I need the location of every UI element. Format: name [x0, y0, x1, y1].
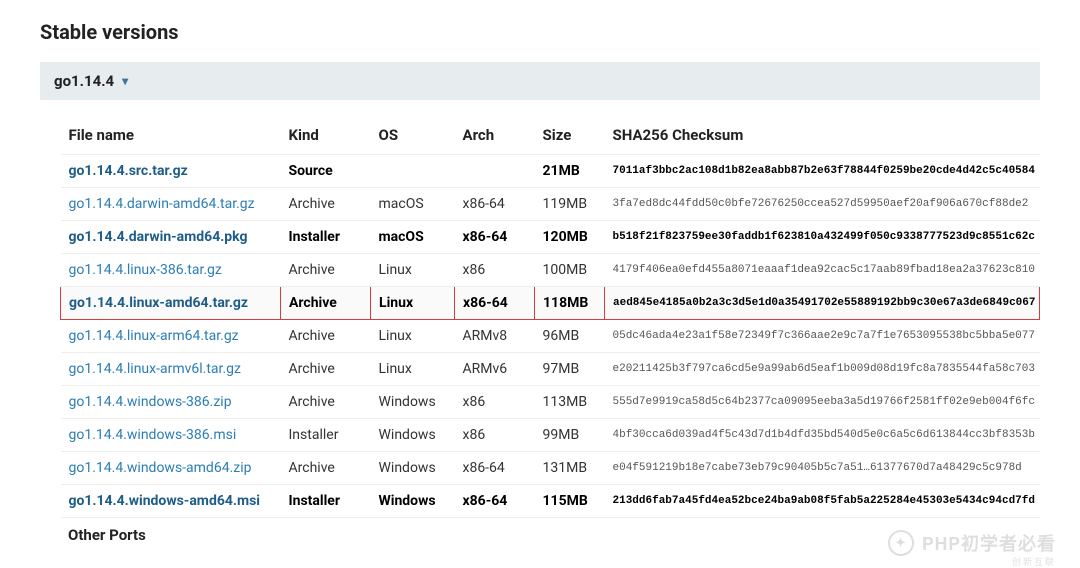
cell-arch: x86: [455, 254, 535, 287]
cell-kind: Archive: [281, 386, 371, 419]
cell-os: Windows: [371, 452, 455, 485]
cell-os: macOS: [371, 221, 455, 254]
cell-kind: Archive: [281, 287, 371, 320]
cell-arch: x86: [455, 419, 535, 452]
table-row: go1.14.4.linux-armv6l.tar.gz ArchiveLinux…: [61, 353, 1040, 386]
cell-arch: x86-64: [455, 287, 535, 320]
cell-kind: Archive: [281, 452, 371, 485]
cell-size: 131MB: [535, 452, 605, 485]
cell-sha: e20211425b3f797ca6cd5e9a99ab6d5eaf1b009d…: [605, 353, 1040, 386]
file-link[interactable]: go1.14.4.windows-amd64.msi: [69, 493, 260, 509]
version-toggle[interactable]: go1.14.4 ▾: [40, 62, 1040, 100]
table-row: go1.14.4.windows-amd64.zip ArchiveWindows…: [61, 452, 1040, 485]
cell-sha: aed845e4185a0b2a3c3d5e1d0a35491702e55889…: [605, 287, 1040, 320]
cell-kind: Archive: [281, 254, 371, 287]
file-link[interactable]: go1.14.4.windows-386.msi: [69, 427, 237, 443]
cell-sha: 05dc46ada4e23a1f58e72349f7c366aae2e9c7a7…: [605, 320, 1040, 353]
cell-kind: Installer: [281, 485, 371, 518]
cell-os: Windows: [371, 386, 455, 419]
file-link[interactable]: go1.14.4.linux-amd64.tar.gz: [69, 295, 248, 311]
file-link[interactable]: go1.14.4.darwin-amd64.pkg: [69, 229, 248, 245]
version-label: go1.14.4: [54, 72, 114, 90]
file-link[interactable]: go1.14.4.linux-arm64.tar.gz: [69, 328, 239, 344]
cell-arch: x86-64: [455, 188, 535, 221]
cell-os: Linux: [371, 287, 455, 320]
cell-sha: 3fa7ed8dc44fdd50c0bfe72676250ccea527d599…: [605, 188, 1040, 221]
table-row: go1.14.4.linux-arm64.tar.gz ArchiveLinuxA…: [61, 320, 1040, 353]
col-file: File name: [61, 118, 281, 155]
cell-arch: x86: [455, 386, 535, 419]
cell-sha: b518f21f823759ee30faddb1f623810a432499f0…: [605, 221, 1040, 254]
cell-size: 99MB: [535, 419, 605, 452]
col-size: Size: [535, 118, 605, 155]
downloads-table: File name Kind OS Arch Size SHA256 Check…: [60, 118, 1040, 518]
cell-sha: 213dd6fab7a45fd4ea52bce24ba9ab08f5fab5a2…: [605, 485, 1040, 518]
table-row: go1.14.4.linux-amd64.tar.gz ArchiveLinuxx…: [61, 287, 1040, 320]
cell-size: 118MB: [535, 287, 605, 320]
cell-size: 96MB: [535, 320, 605, 353]
table-row: go1.14.4.src.tar.gz Source 21MB7011af3bbc2…: [61, 155, 1040, 188]
file-link[interactable]: go1.14.4.darwin-amd64.tar.gz: [69, 196, 255, 212]
table-row: go1.14.4.windows-386.zip ArchiveWindowsx8…: [61, 386, 1040, 419]
cell-kind: Installer: [281, 419, 371, 452]
file-link[interactable]: go1.14.4.linux-386.tar.gz: [69, 262, 222, 278]
col-os: OS: [371, 118, 455, 155]
cell-arch: [455, 155, 535, 188]
cell-sha: 4bf30cca6d039ad4f5c43d7d1b4dfd35bd540d5e…: [605, 419, 1040, 452]
other-ports-heading: Other Ports: [60, 518, 1040, 544]
stable-versions-heading: Stable versions: [40, 20, 1040, 44]
cell-os: Windows: [371, 485, 455, 518]
cell-os: Linux: [371, 320, 455, 353]
cell-sha: 7011af3bbc2ac108d1b82ea8abb87b2e63f78844…: [605, 155, 1040, 188]
cell-size: 21MB: [535, 155, 605, 188]
cell-size: 120MB: [535, 221, 605, 254]
file-link[interactable]: go1.14.4.windows-amd64.zip: [69, 460, 252, 476]
cell-kind: Archive: [281, 353, 371, 386]
cell-arch: x86-64: [455, 485, 535, 518]
cell-size: 119MB: [535, 188, 605, 221]
cell-arch: ARMv6: [455, 353, 535, 386]
file-link[interactable]: go1.14.4.windows-386.zip: [69, 394, 232, 410]
cell-kind: Archive: [281, 320, 371, 353]
cell-kind: Source: [281, 155, 371, 188]
col-sha: SHA256 Checksum: [605, 118, 1040, 155]
cell-kind: Archive: [281, 188, 371, 221]
cell-os: Windows: [371, 419, 455, 452]
cell-size: 100MB: [535, 254, 605, 287]
chevron-down-icon: ▾: [122, 74, 128, 88]
cell-size: 97MB: [535, 353, 605, 386]
watermark-sub: 创新互联: [1012, 555, 1056, 568]
cell-arch: x86-64: [455, 221, 535, 254]
cell-os: Linux: [371, 254, 455, 287]
cell-os: [371, 155, 455, 188]
cell-size: 115MB: [535, 485, 605, 518]
cell-os: macOS: [371, 188, 455, 221]
table-row: go1.14.4.windows-amd64.msi InstallerWindo…: [61, 485, 1040, 518]
cell-sha: 4179f406ea0efd455a8071eaaaf1dea92cac5c17…: [605, 254, 1040, 287]
cell-os: Linux: [371, 353, 455, 386]
table-header-row: File name Kind OS Arch Size SHA256 Check…: [61, 118, 1040, 155]
table-row: go1.14.4.windows-386.msi InstallerWindows…: [61, 419, 1040, 452]
col-kind: Kind: [281, 118, 371, 155]
cell-arch: x86-64: [455, 452, 535, 485]
file-link[interactable]: go1.14.4.linux-armv6l.tar.gz: [69, 361, 241, 377]
cell-arch: ARMv8: [455, 320, 535, 353]
col-arch: Arch: [455, 118, 535, 155]
table-row: go1.14.4.darwin-amd64.tar.gz ArchivemacOS…: [61, 188, 1040, 221]
file-link[interactable]: go1.14.4.src.tar.gz: [69, 163, 188, 179]
cell-size: 113MB: [535, 386, 605, 419]
cell-kind: Installer: [281, 221, 371, 254]
table-row: go1.14.4.linux-386.tar.gz ArchiveLinuxx86…: [61, 254, 1040, 287]
cell-sha: e04f591219b18e7cabe73eb79c90405b5c7a51…6…: [605, 452, 1040, 485]
cell-sha: 555d7e9919ca58d5c64b2377ca09095eeba3a5d1…: [605, 386, 1040, 419]
table-row: go1.14.4.darwin-amd64.pkg InstallermacOSx…: [61, 221, 1040, 254]
